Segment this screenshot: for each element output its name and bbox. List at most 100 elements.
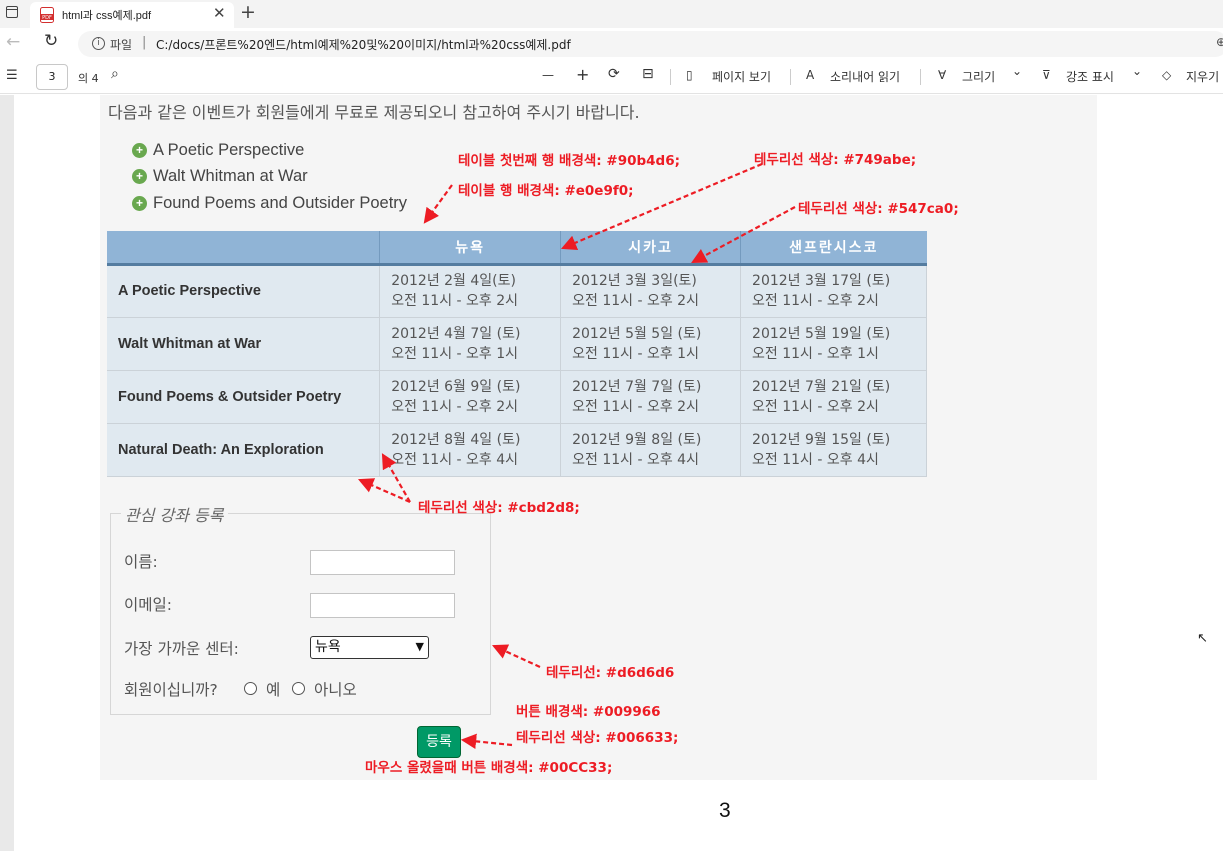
table-cell: 2012년 7월 21일 (토) 오전 11시 - 오후 2시	[740, 369, 927, 424]
intro-text: 다음과 같은 이벤트가 회원들에게 무료로 제공되오니 참고하여 주시기 바랍니…	[108, 103, 640, 122]
highlight-button[interactable]: 강조 표시	[1066, 68, 1114, 85]
header-blank	[107, 231, 380, 266]
table-cell: 2012년 5월 5일 (토) 오전 11시 - 오후 1시	[560, 316, 742, 371]
annotation-first-row-bg: 테이블 첫번째 행 배경색: #90b4d6;	[458, 153, 681, 169]
cell-date: 2012년 8월 4일 (토)	[391, 431, 521, 448]
schedule-table: 뉴욕 시카고 샌프란시스코 A Poetic Perspective 2012년…	[107, 231, 927, 477]
table-cell: 2012년 9월 15일 (토) 오전 11시 - 오후 4시	[740, 422, 927, 477]
table-cell: 2012년 3월 3일(토) 오전 11시 - 오후 2시	[560, 263, 742, 318]
draw-button[interactable]: 그리기	[962, 68, 995, 85]
toolbar-divider	[790, 69, 791, 85]
cell-date: 2012년 9월 8일 (토)	[572, 431, 702, 448]
cell-date: 2012년 5월 19일 (토)	[752, 325, 891, 342]
cell-time: 오전 11시 - 오후 2시	[752, 398, 879, 415]
page-number: 3	[719, 799, 731, 822]
info-icon[interactable]: i	[92, 37, 105, 50]
annotation-button-border: 테두리선 색상: #006633;	[516, 730, 679, 746]
chevron-down-icon[interactable]: ⌄	[1012, 64, 1022, 78]
toolbar-divider	[670, 69, 671, 85]
cell-date: 2012년 3월 3일(토)	[572, 273, 697, 289]
radio-no[interactable]	[292, 682, 305, 695]
draw-icon: ∀	[938, 68, 947, 82]
center-select[interactable]: 뉴욕 ▼	[310, 636, 429, 659]
radio-yes-label: 예	[266, 681, 281, 699]
name-label: 이름:	[124, 553, 158, 571]
erase-button[interactable]: 지우기	[1186, 68, 1219, 85]
table-cell: 2012년 8월 4일 (토) 오전 11시 - 오후 4시	[379, 422, 562, 477]
page-view-button[interactable]: 페이지 보기	[712, 68, 771, 85]
annotation-border-d6d6d6: 테두리선: #d6d6d6	[546, 665, 675, 681]
radio-yes[interactable]	[244, 682, 257, 695]
new-tab-icon[interactable]: +	[240, 1, 256, 23]
cell-date: 2012년 7월 7일 (토)	[572, 378, 702, 395]
table-cell: 2012년 6월 9일 (토) 오전 11시 - 오후 2시	[379, 369, 562, 424]
search-icon[interactable]: ⌕	[111, 66, 119, 82]
submit-button[interactable]: 등록	[417, 726, 461, 758]
cell-time: 오전 11시 - 오후 4시	[391, 451, 519, 468]
cell-date: 2012년 7월 21일 (토)	[752, 378, 891, 395]
table-of-contents-icon[interactable]: ☰	[6, 68, 18, 83]
cell-time: 오전 11시 - 오후 4시	[572, 451, 699, 468]
center-select-value: 뉴욕	[315, 639, 341, 655]
pdf-icon: PDF	[40, 7, 54, 23]
page-view-icon: ▯	[686, 68, 693, 82]
cell-time: 오전 11시 - 오후 1시	[391, 345, 519, 362]
cell-time: 오전 11시 - 오후 1시	[752, 345, 879, 362]
url-text[interactable]: C:/docs/프론트%20엔드/html예제%20및%20이미지/html과%…	[156, 36, 571, 53]
page-number-input[interactable]: 3	[36, 64, 68, 90]
cell-time: 오전 11시 - 오후 1시	[572, 345, 699, 362]
email-field[interactable]	[310, 593, 455, 618]
highlight-icon: ⊽	[1042, 68, 1051, 82]
member-label: 회원이십니까?	[124, 681, 218, 699]
viewer-gutter	[0, 95, 14, 851]
email-label: 이메일:	[124, 596, 173, 614]
table-row: A Poetic Perspective 2012년 2월 4일(토) 오전 11…	[107, 263, 927, 318]
table-cell: 2012년 4월 7일 (토) 오전 11시 - 오후 1시	[379, 316, 562, 371]
row-title: Natural Death: An Exploration	[107, 422, 381, 477]
url-scheme-label: 파일	[110, 38, 133, 52]
annotation-border-547ca0: 테두리선 색상: #547ca0;	[798, 201, 959, 217]
table-header-row: 뉴욕 시카고 샌프란시스코	[107, 231, 927, 266]
table-cell: 2012년 3월 17일 (토) 오전 11시 - 오후 2시	[740, 263, 927, 318]
table-cell: 2012년 9월 8일 (토) 오전 11시 - 오후 4시	[560, 422, 742, 477]
page-count: 의 4	[78, 72, 99, 85]
window-menu-icon[interactable]	[6, 6, 18, 18]
toolbar-divider	[920, 69, 921, 85]
cell-date: 2012년 5월 5일 (토)	[572, 325, 702, 342]
read-aloud-button[interactable]: 소리내어 읽기	[830, 68, 900, 85]
cell-time: 오전 11시 - 오후 2시	[572, 398, 699, 415]
name-field[interactable]	[310, 550, 455, 575]
read-aloud-icon: A	[806, 68, 815, 82]
zoom-out-button[interactable]: —	[542, 68, 554, 82]
close-icon[interactable]: ✕	[213, 4, 226, 22]
list-item-label: A Poetic Perspective	[153, 140, 305, 159]
chevron-down-icon[interactable]: ⌄	[1132, 64, 1142, 78]
tab-bar: PDF html과 css예제.pdf ✕ +	[0, 0, 1223, 28]
table-cell: 2012년 2월 4일(토) 오전 11시 - 오후 2시	[379, 263, 562, 318]
cell-time: 오전 11시 - 오후 2시	[752, 293, 879, 309]
cell-time: 오전 11시 - 오후 2시	[391, 293, 519, 309]
back-icon[interactable]: ←	[6, 32, 20, 52]
center-label: 가장 가까운 센터:	[124, 640, 239, 658]
fieldset-legend: 관심 강좌 등록	[121, 502, 228, 526]
address-bar: ← ↻ i 파일 | C:/docs/프론트%20엔드/html예제%20및%2…	[0, 28, 1223, 60]
svg-text:PDF: PDF	[42, 15, 52, 21]
annotation-row-bg: 테이블 행 배경색: #e0e9f0;	[458, 183, 634, 199]
url-field[interactable]: i 파일 | C:/docs/프론트%20엔드/html예제%20및%20이미지…	[78, 31, 1223, 57]
cell-time: 오전 11시 - 오후 2시	[572, 293, 699, 309]
reload-icon[interactable]: ↻	[44, 31, 58, 51]
list-item-label: Found Poems and Outsider Poetry	[153, 193, 408, 212]
list-item: + A Poetic Perspective	[132, 137, 407, 164]
radio-no-label: 아니오	[314, 681, 357, 699]
fit-page-icon[interactable]: ⊟	[642, 66, 654, 82]
tab-active[interactable]: PDF html과 css예제.pdf ✕	[30, 2, 234, 28]
rotate-icon[interactable]: ⟳	[608, 66, 620, 82]
zoom-in-button[interactable]: +	[576, 65, 589, 84]
plus-bullet-icon: +	[132, 169, 147, 185]
table-cell: 2012년 7월 7일 (토) 오전 11시 - 오후 2시	[560, 369, 742, 424]
mouse-cursor-icon: ↖	[1197, 631, 1208, 646]
zoom-indicator-icon[interactable]: ⊕	[1216, 35, 1223, 49]
list-item: + Found Poems and Outsider Poetry	[132, 190, 407, 217]
plus-bullet-icon: +	[132, 142, 147, 158]
registration-fieldset: 관심 강좌 등록 이름: 이메일: 가장 가까운 센터: 뉴욕 ▼ 회원이십니까…	[110, 502, 491, 715]
